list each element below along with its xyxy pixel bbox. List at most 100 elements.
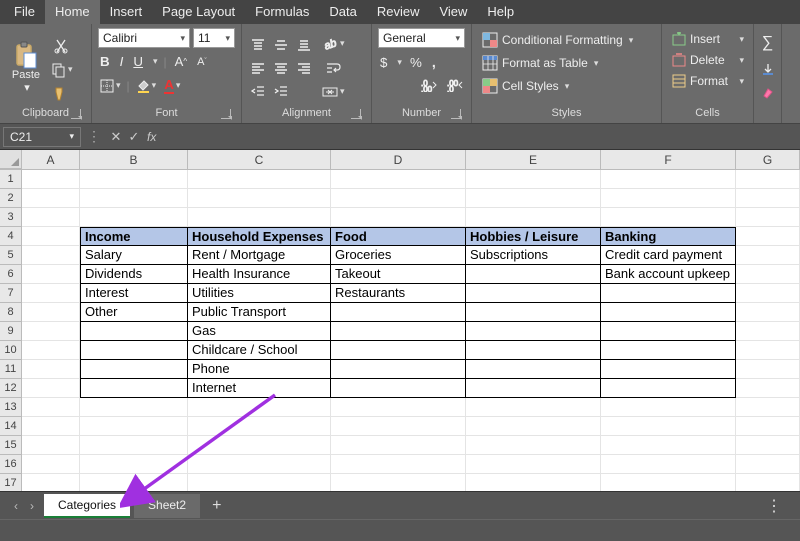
row-header-2[interactable]: 2	[0, 189, 22, 208]
cell-E8[interactable]	[466, 303, 601, 322]
cell-D12[interactable]	[331, 379, 466, 398]
row-header-4[interactable]: 4	[0, 227, 22, 246]
align-right-button[interactable]	[294, 58, 314, 78]
cell-B11[interactable]	[80, 360, 188, 379]
cell-C4[interactable]: Household Expenses	[188, 227, 331, 246]
align-top-button[interactable]	[248, 35, 268, 55]
row-header-14[interactable]: 14	[0, 417, 22, 436]
delete-cells-button[interactable]: Delete▾	[668, 51, 748, 69]
cell-B9[interactable]	[80, 322, 188, 341]
grow-font-button[interactable]: A^	[173, 52, 189, 71]
cell-B7[interactable]: Interest	[80, 284, 188, 303]
col-header-F[interactable]: F	[601, 150, 736, 169]
cell-C8[interactable]: Public Transport	[188, 303, 331, 322]
font-name-combo[interactable]: Calibri▾	[98, 28, 190, 48]
decrease-indent-button[interactable]	[248, 81, 268, 101]
menu-home[interactable]: Home	[45, 0, 100, 24]
cell-D6[interactable]: Takeout	[331, 265, 466, 284]
fx-button[interactable]: fx	[143, 130, 160, 144]
menu-view[interactable]: View	[429, 0, 477, 24]
cell-D5[interactable]: Groceries	[331, 246, 466, 265]
paste-button[interactable]: Paste ▾	[6, 33, 46, 103]
cancel-formula-button[interactable]: ✕	[107, 129, 125, 145]
font-size-combo[interactable]: 11▾	[193, 28, 235, 48]
row-header-10[interactable]: 10	[0, 341, 22, 360]
cell-D4[interactable]: Food	[331, 227, 466, 246]
row-header-12[interactable]: 12	[0, 379, 22, 398]
sheet-tab-categories[interactable]: Categories	[44, 494, 130, 518]
row-header-5[interactable]: 5	[0, 246, 22, 265]
cell-D8[interactable]	[331, 303, 466, 322]
menu-page-layout[interactable]: Page Layout	[152, 0, 245, 24]
row-header-6[interactable]: 6	[0, 265, 22, 284]
cell-C7[interactable]: Utilities	[188, 284, 331, 303]
tab-nav-prev[interactable]: ‹	[8, 499, 24, 513]
cell-E11[interactable]	[466, 360, 601, 379]
cell-C9[interactable]: Gas	[188, 322, 331, 341]
cut-button[interactable]	[48, 36, 75, 56]
cell-E6[interactable]	[466, 265, 601, 284]
col-header-B[interactable]: B	[80, 150, 188, 169]
sheet-tab-sheet2[interactable]: Sheet2	[134, 494, 200, 518]
decrease-decimal-button[interactable]: .00.0	[445, 76, 465, 94]
cell-F9[interactable]	[601, 322, 736, 341]
font-dialog-launcher[interactable]	[221, 109, 231, 119]
menu-data[interactable]: Data	[319, 0, 366, 24]
cell-B4[interactable]: Income	[80, 227, 188, 246]
tab-options-button[interactable]: ⋮	[758, 496, 792, 516]
orientation-button[interactable]: ab▾	[320, 34, 347, 54]
row-header-17[interactable]: 17	[0, 474, 22, 491]
cell-D9[interactable]	[331, 322, 466, 341]
number-dialog-launcher[interactable]	[451, 109, 461, 119]
row-header-15[interactable]: 15	[0, 436, 22, 455]
cell-C11[interactable]: Phone	[188, 360, 331, 379]
cell-F6[interactable]: Bank account upkeep	[601, 265, 736, 284]
cell-F4[interactable]: Banking	[601, 227, 736, 246]
row-header-8[interactable]: 8	[0, 303, 22, 322]
shrink-font-button[interactable]: Aˇ	[195, 54, 209, 70]
enter-formula-button[interactable]: ✓	[125, 129, 143, 145]
formula-input[interactable]	[160, 127, 800, 147]
cell-F11[interactable]	[601, 360, 736, 379]
borders-button[interactable]: ▾	[98, 77, 123, 95]
format-painter-button[interactable]	[48, 84, 75, 104]
cell-styles-button[interactable]: Cell Styles▾	[478, 76, 648, 96]
underline-button[interactable]: U	[131, 52, 145, 71]
alignment-dialog-launcher[interactable]	[351, 109, 361, 119]
font-color-button[interactable]: A▾	[162, 75, 182, 96]
row-header-1[interactable]: 1	[0, 170, 22, 189]
row-header-11[interactable]: 11	[0, 360, 22, 379]
fill-color-button[interactable]: ▾	[134, 77, 159, 95]
select-all-corner[interactable]	[0, 150, 22, 169]
name-box[interactable]: C21▾	[3, 127, 81, 147]
cell-E10[interactable]	[466, 341, 601, 360]
cell-F8[interactable]	[601, 303, 736, 322]
menu-formulas[interactable]: Formulas	[245, 0, 319, 24]
align-left-button[interactable]	[248, 58, 268, 78]
cell-F7[interactable]	[601, 284, 736, 303]
autosum-button[interactable]: ∑	[760, 32, 775, 54]
clear-button[interactable]	[759, 84, 777, 102]
col-header-A[interactable]: A	[22, 150, 80, 169]
cell-B12[interactable]	[80, 379, 188, 398]
row-header-16[interactable]: 16	[0, 455, 22, 474]
cell-B6[interactable]: Dividends	[80, 265, 188, 284]
cell-B10[interactable]	[80, 341, 188, 360]
format-as-table-button[interactable]: Format as Table▾	[478, 53, 648, 73]
cell-F12[interactable]	[601, 379, 736, 398]
number-format-combo[interactable]: General▾	[378, 28, 465, 48]
comma-format-button[interactable]: ,	[430, 52, 438, 72]
percent-format-button[interactable]: %	[408, 53, 424, 72]
cell-E7[interactable]	[466, 284, 601, 303]
row-header-7[interactable]: 7	[0, 284, 22, 303]
format-cells-button[interactable]: Format▾	[668, 72, 748, 90]
conditional-formatting-button[interactable]: Conditional Formatting▾	[478, 30, 648, 50]
cell-F5[interactable]: Credit card payment	[601, 246, 736, 265]
clipboard-dialog-launcher[interactable]	[71, 109, 81, 119]
cell-D7[interactable]: Restaurants	[331, 284, 466, 303]
add-sheet-button[interactable]: +	[200, 497, 233, 515]
col-header-G[interactable]: G	[736, 150, 800, 169]
increase-indent-button[interactable]	[271, 81, 291, 101]
cell-C6[interactable]: Health Insurance	[188, 265, 331, 284]
cell-E9[interactable]	[466, 322, 601, 341]
